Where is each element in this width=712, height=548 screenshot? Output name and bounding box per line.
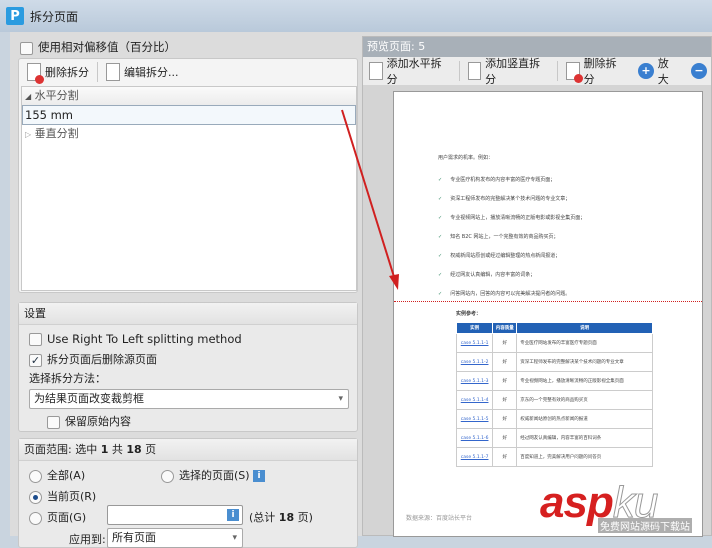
watermark-tagline: 免费网站源码下载站 bbox=[598, 518, 692, 533]
annotation-arrow bbox=[341, 109, 399, 290]
